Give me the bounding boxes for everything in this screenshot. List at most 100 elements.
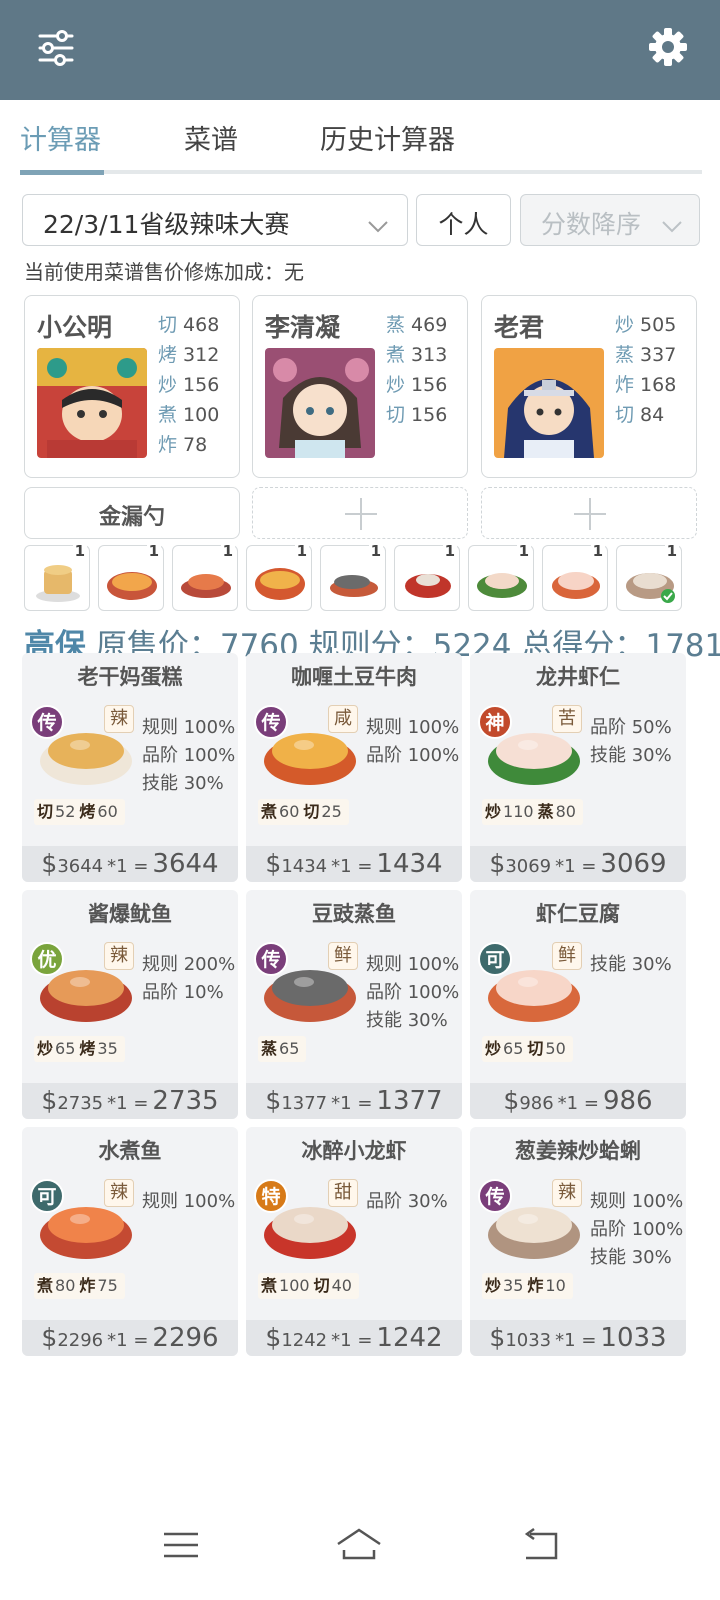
unit-price: 3644 <box>57 856 104 877</box>
recipe-card[interactable]: 老干妈蛋糕 传 辣 规则 100% 品阶 100% 技能 30% 切 52 烤 60 $3… <box>22 653 238 882</box>
chef-portrait <box>494 348 604 458</box>
flavor-badge: 甜 <box>328 1179 358 1207</box>
recipe-card[interactable]: 水煮鱼 可 辣 规则 100% 煮 80 炸 75 $2296 *1 = 2296 <box>22 1127 238 1356</box>
recipe-bonus: 规则 100% <box>142 1191 236 1212</box>
price-bar: $1242 *1 = 1242 <box>246 1320 462 1356</box>
gear-icon[interactable] <box>645 24 691 70</box>
menu-icon[interactable] <box>156 1520 206 1570</box>
price-bar: $3069 *1 = 3069 <box>470 846 686 882</box>
chef-card[interactable]: 老君 炒 505 蒸 337 炸 168 切 84 <box>481 295 697 478</box>
recipe-requirement: 烤 60 <box>79 802 118 821</box>
recipe-bonuses: 规则 100% <box>142 1187 235 1215</box>
recipe-requirement: 切 25 <box>303 802 342 821</box>
recipe-bonuses: 品阶 50% 技能 30% <box>590 713 672 769</box>
dish-qty: 1 <box>368 542 383 560</box>
recipe-bonus: 品阶 30% <box>366 1191 448 1212</box>
dish-icon <box>255 568 305 600</box>
recipe-bonus: 品阶 100% <box>366 982 460 1003</box>
flavor-badge: 苦 <box>552 705 582 733</box>
selected-dish-strip: 1 1 1 1 1 1 1 1 1 <box>24 542 704 611</box>
total-price: 1242 <box>376 1323 443 1353</box>
recipe-bonuses: 技能 30% <box>590 950 672 978</box>
recipe-card[interactable]: 龙井虾仁 神 苦 品阶 50% 技能 30% 炒 110 蒸 80 $3069 *1 = 3… <box>470 653 686 882</box>
quantity-multiplier: *1 = <box>555 856 597 877</box>
recipe-bonuses: 规则 100% 品阶 100% 技能 30% <box>142 713 235 797</box>
rarity-badge: 优 <box>30 942 64 976</box>
recipe-card[interactable]: 咖喱土豆牛肉 传 咸 规则 100% 品阶 100% 煮 60 切 25 $1434 *1… <box>246 653 462 882</box>
unit-price: 1242 <box>281 1330 328 1351</box>
selected-dish[interactable]: 1 <box>24 542 90 611</box>
equipment-slot-empty[interactable] <box>252 487 468 539</box>
quantity-multiplier: *1 = <box>331 1093 373 1114</box>
chef-name: 老君 <box>494 313 545 342</box>
chef-stat: 炒 156 <box>158 374 220 396</box>
dollar-icon: $ <box>41 1323 58 1352</box>
unit-price: 1377 <box>281 1093 328 1114</box>
dollar-icon: $ <box>265 1323 282 1352</box>
selected-dish[interactable]: 1 <box>246 542 312 611</box>
recipe-bonus: 技能 30% <box>366 1010 448 1031</box>
rarity-badge: 传 <box>254 705 288 739</box>
recipe-requirements: 煮 80 炸 75 <box>34 1273 125 1299</box>
recipe-card[interactable]: 酱爆鱿鱼 优 辣 规则 200% 品阶 10% 炒 65 烤 35 $2735 *1 = 2… <box>22 890 238 1119</box>
dish-qty: 1 <box>442 542 457 560</box>
selected-dish[interactable]: 1 <box>98 542 164 611</box>
recipe-requirements: 蒸 65 <box>258 1036 307 1062</box>
recipe-requirement: 烤 35 <box>79 1039 118 1058</box>
price-bar: $1033 *1 = 1033 <box>470 1320 686 1356</box>
recipe-name: 咖喱土豆牛肉 <box>291 665 417 689</box>
mode-select[interactable]: 个人 <box>416 194 511 246</box>
chef-card[interactable]: 李清凝 蒸 469 煮 313 炒 156 切 156 <box>252 295 468 478</box>
recipe-requirement: 切 40 <box>313 1276 352 1295</box>
price-bonus-note: 当前使用菜谱售价修炼加成：无 <box>24 260 304 284</box>
contest-select[interactable]: 22/3/11省级辣味大赛 <box>22 194 408 246</box>
unit-price: 3069 <box>505 856 552 877</box>
tab-bar: 计算器 菜谱 历史计算器 <box>20 100 702 178</box>
quantity-multiplier: *1 = <box>107 1330 149 1351</box>
price-bar: $3644 *1 = 3644 <box>22 846 238 882</box>
tab-calculator[interactable]: 计算器 <box>20 118 101 157</box>
total-price: 2296 <box>152 1323 219 1353</box>
recipe-card[interactable]: 冰醉小龙虾 特 甜 品阶 30% 煮 100 切 40 $1242 *1 = 1242 <box>246 1127 462 1356</box>
sliders-icon[interactable] <box>34 26 78 70</box>
chef-portrait <box>37 348 147 458</box>
recipe-bonus: 规则 100% <box>366 954 460 975</box>
selected-dish[interactable]: 1 <box>616 542 682 611</box>
recipe-name: 龙井虾仁 <box>536 665 620 689</box>
recipe-requirement: 煮 100 <box>261 1276 310 1295</box>
recipe-name: 豆豉蒸鱼 <box>312 902 396 926</box>
selected-dish[interactable]: 1 <box>394 542 460 611</box>
recipe-requirement: 切 50 <box>527 1039 566 1058</box>
total-price: 1377 <box>376 1086 443 1116</box>
total-price: 1434 <box>376 849 443 879</box>
chef-stats: 蒸 469 煮 313 炒 156 切 156 <box>386 310 447 430</box>
tab-history-calculator[interactable]: 历史计算器 <box>320 118 455 157</box>
chef-stat: 煮 100 <box>158 404 220 426</box>
chef-card[interactable]: 小公明 切 468 烤 312 炒 156 煮 100 炸 78 <box>24 295 240 478</box>
chef-portrait <box>265 348 375 458</box>
sort-select[interactable]: 分数降序 <box>520 194 700 246</box>
selected-dish[interactable]: 1 <box>320 542 386 611</box>
selected-dish[interactable]: 1 <box>468 542 534 611</box>
recipe-bonus: 规则 200% <box>142 954 236 975</box>
recipe-card[interactable]: 虾仁豆腐 可 鲜 技能 30% 炒 65 切 50 $986 *1 = 986 <box>470 890 686 1119</box>
rarity-badge: 传 <box>30 705 64 739</box>
equipment-slot-empty[interactable] <box>481 487 697 539</box>
tab-recipes[interactable]: 菜谱 <box>184 118 238 157</box>
recipe-card[interactable]: 葱姜辣炒蛤蜊 传 辣 规则 100% 品阶 100% 技能 30% 炒 35 炸 10 $… <box>470 1127 686 1356</box>
recipe-bonus: 品阶 10% <box>142 982 224 1003</box>
dollar-icon: $ <box>489 849 506 878</box>
dish-qty: 1 <box>220 542 235 560</box>
chef-stat: 切 468 <box>158 314 220 336</box>
home-icon[interactable] <box>334 1520 384 1570</box>
recipe-requirement: 切 52 <box>37 802 76 821</box>
recipe-requirements: 炒 65 切 50 <box>482 1036 573 1062</box>
equipment-slot[interactable]: 金漏勺 <box>24 487 240 539</box>
selected-dish[interactable]: 1 <box>542 542 608 611</box>
selected-dish[interactable]: 1 <box>172 542 238 611</box>
chef-stat: 蒸 469 <box>386 314 448 336</box>
recipe-card[interactable]: 豆豉蒸鱼 传 鲜 规则 100% 品阶 100% 技能 30% 蒸 65 $1377 *… <box>246 890 462 1119</box>
dollar-icon: $ <box>489 1323 506 1352</box>
recipe-bonus: 规则 100% <box>142 717 236 738</box>
back-icon[interactable] <box>518 1520 568 1570</box>
